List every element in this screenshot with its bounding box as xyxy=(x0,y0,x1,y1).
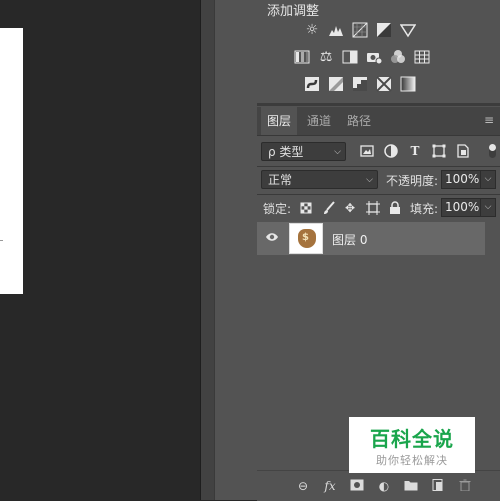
group-icon[interactable] xyxy=(403,479,419,493)
watermark-title: 百科全说 xyxy=(370,427,454,451)
layer-mask-icon[interactable] xyxy=(349,479,365,493)
adjustments-row-1: ☼ xyxy=(304,22,417,38)
filter-kind-dropdown[interactable]: ρ 类型 ⌵ xyxy=(261,142,346,161)
hue-saturation-icon[interactable] xyxy=(294,49,310,65)
lock-image-pixels-icon[interactable] xyxy=(321,200,337,216)
blend-mode-dropdown[interactable]: 正常 ⌵ xyxy=(261,170,378,189)
smart-object-filter-icon[interactable] xyxy=(455,143,471,159)
fill-slider-chevron-icon[interactable]: ⌵ xyxy=(480,198,496,217)
opacity-input[interactable]: 100% xyxy=(441,170,481,189)
trash-icon[interactable] xyxy=(457,479,473,493)
link-layers-icon[interactable]: ⊖ xyxy=(295,479,311,493)
chevron-down-icon: ⌵ xyxy=(334,147,341,157)
fill-input[interactable]: 100% xyxy=(441,198,481,217)
curves-icon[interactable] xyxy=(352,22,368,38)
channel-mixer-icon[interactable] xyxy=(390,49,406,65)
selective-color-icon[interactable] xyxy=(376,76,392,92)
watermark: 百科全说 助你轻松解决 xyxy=(349,417,475,473)
pixel-filter-icon[interactable] xyxy=(359,143,375,159)
panel-menu-icon[interactable]: ≡ xyxy=(482,113,496,127)
adjustments-title: 添加调整 xyxy=(267,4,320,19)
panel-gutter xyxy=(200,0,215,500)
layer-name[interactable]: 图层 0 xyxy=(332,231,367,248)
photo-filter-icon[interactable] xyxy=(366,49,383,65)
type-filter-icon[interactable]: T xyxy=(407,143,423,159)
gradient-map-icon[interactable] xyxy=(400,76,416,92)
posterize-icon[interactable] xyxy=(328,76,344,92)
lock-transparent-pixels-icon[interactable] xyxy=(298,200,314,216)
invert-icon[interactable] xyxy=(304,76,320,92)
lock-all-icon[interactable] xyxy=(387,200,403,216)
eye-icon[interactable] xyxy=(265,232,279,242)
adjustment-filter-icon[interactable] xyxy=(383,143,399,159)
filter-toggle[interactable] xyxy=(489,144,496,158)
row-separator xyxy=(257,166,500,167)
adjustments-row-3 xyxy=(304,76,416,92)
fill-label: 填充: xyxy=(410,202,439,216)
threshold-icon[interactable] xyxy=(352,76,368,92)
lock-label: 锁定: xyxy=(263,202,292,216)
lock-position-icon[interactable]: ✥ xyxy=(342,200,358,216)
color-balance-icon[interactable]: ⚖ xyxy=(318,49,334,65)
dollar-sign-glyph: $ xyxy=(302,232,309,243)
adjustment-layer-icon[interactable]: ◐ xyxy=(376,479,392,493)
fx-icon[interactable]: fx xyxy=(322,479,338,493)
panel-dock xyxy=(214,0,258,500)
opacity-label: 不透明度: xyxy=(386,174,439,188)
tab-layers[interactable]: 图层 xyxy=(261,107,298,135)
document-image[interactable] xyxy=(0,28,23,294)
row-separator xyxy=(257,194,500,195)
panel-separator xyxy=(257,103,500,106)
levels-icon[interactable] xyxy=(328,22,344,38)
layers-tab-bar: 图层 通道 路径 ≡ xyxy=(257,107,500,136)
layer-row[interactable]: $ 图层 0 xyxy=(257,222,485,255)
lock-artboard-icon[interactable] xyxy=(365,200,381,216)
layer-thumbnail[interactable]: $ xyxy=(289,223,323,254)
blend-mode-value: 正常 xyxy=(268,173,293,187)
tab-channels[interactable]: 通道 xyxy=(301,107,337,135)
adjustments-row-2: ⚖ xyxy=(294,49,430,65)
opacity-slider-chevron-icon[interactable]: ⌵ xyxy=(480,170,496,189)
shape-filter-icon[interactable] xyxy=(431,143,447,159)
new-layer-icon[interactable] xyxy=(430,479,446,493)
vibrance-icon[interactable] xyxy=(399,22,417,38)
tab-paths[interactable]: 路径 xyxy=(341,107,377,135)
chevron-down-icon: ⌵ xyxy=(366,175,373,185)
canvas-tick xyxy=(0,240,3,241)
brightness-contrast-icon[interactable]: ☼ xyxy=(304,22,320,38)
watermark-subtitle: 助你轻松解决 xyxy=(376,454,448,467)
exposure-icon[interactable] xyxy=(376,22,392,38)
color-lookup-icon[interactable] xyxy=(414,49,430,65)
document-canvas[interactable] xyxy=(0,0,200,500)
black-white-icon[interactable] xyxy=(342,49,358,65)
filter-kind-label: ρ 类型 xyxy=(268,145,304,159)
layers-panel-footer: ⊖ fx ◐ xyxy=(257,470,500,501)
